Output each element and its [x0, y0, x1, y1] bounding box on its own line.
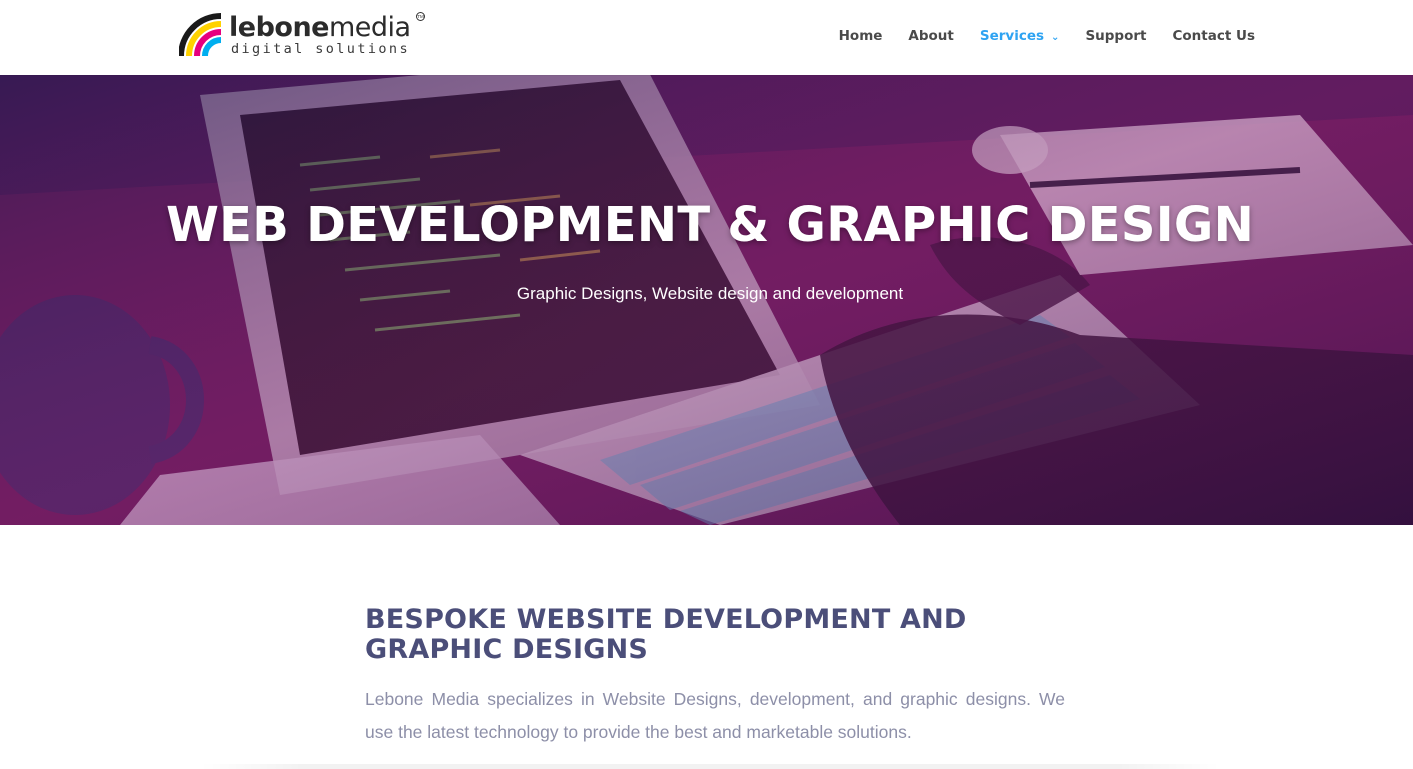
intro-title: BESPOKE WEBSITE DEVELOPMENT AND GRAPHIC … [365, 604, 967, 665]
cards-row-edge [200, 764, 1220, 769]
main-navigation: Home About Services ⌄ Support Contact Us [813, 26, 1255, 46]
chevron-down-icon: ⌄ [1051, 31, 1060, 43]
hero-banner: WEB DEVELOPMENT & GRAPHIC DESIGN Graphic… [0, 75, 1413, 525]
nav-support[interactable]: Support [1085, 26, 1146, 46]
site-header: lebonemedia digital solutions TM Home Ab… [0, 0, 1413, 75]
trademark-mark: TM [416, 12, 425, 21]
nav-services[interactable]: Services ⌄ [980, 26, 1060, 46]
hero-subtitle: Graphic Designs, Website design and deve… [516, 284, 904, 303]
nav-contact-us[interactable]: Contact Us [1172, 26, 1255, 46]
logo-wordmark: lebonemedia [229, 12, 411, 43]
site-logo[interactable]: lebonemedia digital solutions TM [179, 12, 429, 60]
logo-rainbow-icon [179, 13, 222, 57]
intro-body: Lebone Media specializes in Website Desi… [365, 689, 1065, 742]
logo-tagline: digital solutions [231, 41, 410, 57]
nav-home[interactable]: Home [839, 26, 883, 46]
nav-about[interactable]: About [908, 26, 953, 46]
intro-section: BESPOKE WEBSITE DEVELOPMENT AND GRAPHIC … [365, 605, 1065, 749]
hero-title: WEB DEVELOPMENT & GRAPHIC DESIGN [165, 197, 1255, 253]
